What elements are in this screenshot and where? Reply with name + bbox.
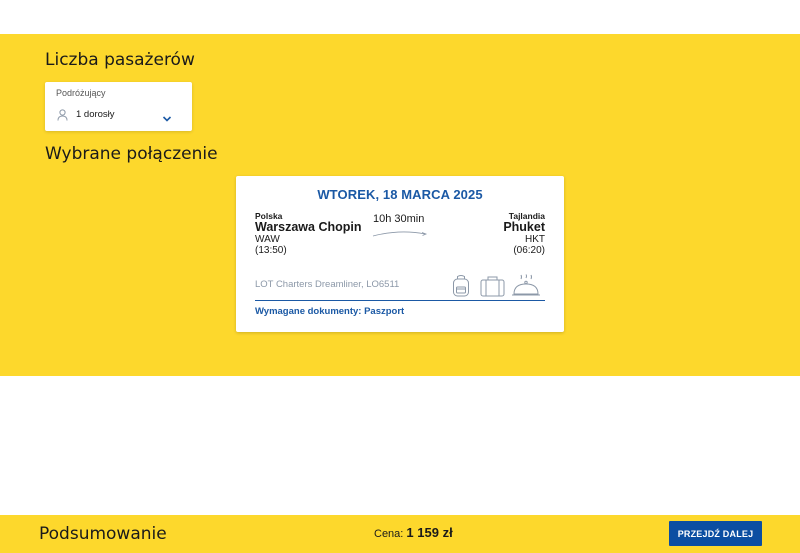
price-value: 1 159 zł [406, 525, 453, 540]
destination-city: Phuket [503, 220, 545, 234]
summary-bar: Podsumowanie Cena: 1 159 zł PRZEJDŹ DALE… [0, 515, 800, 553]
flight-info: LOT Charters Dreamliner, LO6511 [255, 279, 400, 290]
arrival-time: (06:20) [513, 245, 545, 256]
travelers-label: Podróżujący [56, 88, 106, 98]
travelers-dropdown[interactable]: Podróżujący 1 dorosły [45, 82, 192, 131]
card-divider [255, 300, 545, 301]
connection-title: Wybrane połączenie [45, 144, 218, 164]
origin-code: WAW [255, 234, 280, 245]
travelers-value: 1 dorosły [76, 109, 115, 120]
summary-title: Podsumowanie [39, 524, 167, 544]
departure-time: (13:50) [255, 245, 287, 256]
person-icon [57, 109, 68, 121]
required-documents: Wymagane dokumenty: Paszport [255, 306, 405, 317]
flight-date: WTOREK, 18 MARCA 2025 [317, 187, 483, 202]
baggage-icons [453, 274, 540, 297]
flight-card: WTOREK, 18 MARCA 2025 Polska Warszawa Ch… [236, 176, 564, 332]
meal-icon [512, 274, 540, 296]
next-button[interactable]: PRZEJDŹ DALEJ [669, 521, 762, 546]
price-label: Cena: [374, 528, 404, 540]
top-strip [0, 0, 800, 34]
flight-path-icon [372, 231, 428, 237]
flight-duration: 10h 30min [373, 213, 425, 225]
destination-code: HKT [525, 234, 545, 245]
chevron-down-icon[interactable] [162, 115, 172, 123]
suitcase-icon [480, 276, 505, 297]
backpack-icon [453, 275, 469, 297]
price: Cena: 1 159 zł [374, 525, 453, 540]
origin-city: Warszawa Chopin [255, 220, 362, 234]
passengers-title: Liczba pasażerów [45, 50, 195, 70]
